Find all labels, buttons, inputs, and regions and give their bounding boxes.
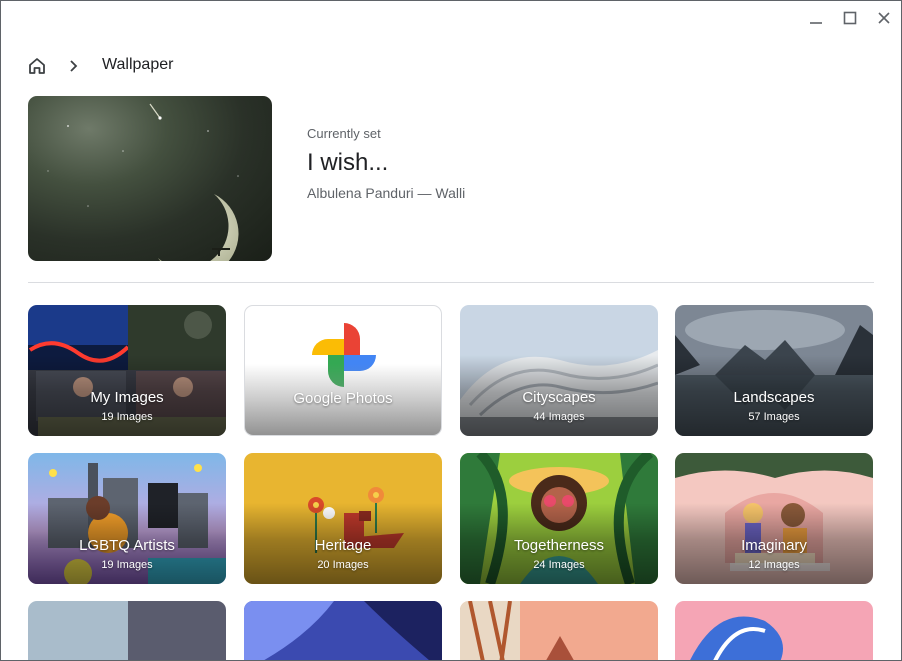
collection-tile-lgbtq-artists[interactable]: LGBTQ Artists 19 Images	[28, 453, 226, 584]
collection-name: Imaginary	[741, 537, 807, 554]
home-icon	[29, 58, 45, 74]
collection-tile-partial-2[interactable]	[244, 601, 442, 660]
collection-tile-togetherness[interactable]: Togetherness 24 Images	[460, 453, 658, 584]
collection-count: 20 Images	[317, 559, 369, 571]
collection-name: Google Photos	[293, 390, 393, 407]
collection-tile-partial-4[interactable]	[675, 601, 873, 660]
collection-tile-landscapes[interactable]: Landscapes 57 Images	[675, 305, 873, 436]
collection-name: My Images	[90, 389, 164, 406]
current-wallpaper-author: Albulena Panduri — Walli	[307, 185, 466, 201]
breadcrumb-current: Wallpaper	[102, 56, 174, 73]
collection-count: 44 Images	[533, 411, 585, 423]
collection-tile-cityscapes[interactable]: Cityscapes 44 Images	[460, 305, 658, 436]
collection-count: 19 Images	[101, 559, 153, 571]
collection-name: LGBTQ Artists	[79, 537, 175, 554]
breadcrumb-separator	[67, 57, 81, 75]
collection-name: Cityscapes	[522, 389, 596, 406]
collection-count: 12 Images	[748, 559, 800, 571]
minimize-button[interactable]	[805, 9, 827, 27]
collection-tile-partial-1[interactable]	[28, 601, 226, 660]
current-wallpaper-preview[interactable]	[28, 96, 272, 261]
collection-tile-heritage[interactable]: Heritage 20 Images	[244, 453, 442, 584]
maximize-button[interactable]	[839, 9, 861, 27]
wallpaper-window: Wallpaper Currently set I wish... Albule…	[0, 0, 902, 661]
collection-name: Togetherness	[513, 537, 605, 554]
collection-name: Landscapes	[733, 389, 815, 406]
close-button[interactable]	[873, 9, 895, 27]
collection-count: 24 Images	[533, 559, 585, 571]
home-button[interactable]	[26, 55, 48, 77]
maximize-icon	[843, 11, 857, 25]
collection-count: 19 Images	[101, 411, 153, 423]
collection-tile-my-images[interactable]: My Images 19 Images	[28, 305, 226, 436]
collection-tile-imaginary[interactable]: Imaginary 12 Images	[675, 453, 873, 584]
collection-name: Heritage	[314, 537, 372, 554]
chevron-right-icon	[70, 60, 78, 72]
collection-tile-google-photos[interactable]: Google Photos	[244, 305, 442, 436]
currently-set-label: Currently set	[307, 126, 381, 141]
close-icon	[878, 12, 890, 24]
current-wallpaper-title: I wish...	[307, 149, 389, 176]
collection-count: 57 Images	[748, 411, 800, 423]
collection-tile-partial-3[interactable]	[460, 601, 658, 660]
minimize-icon	[810, 22, 822, 24]
section-divider	[28, 282, 874, 283]
